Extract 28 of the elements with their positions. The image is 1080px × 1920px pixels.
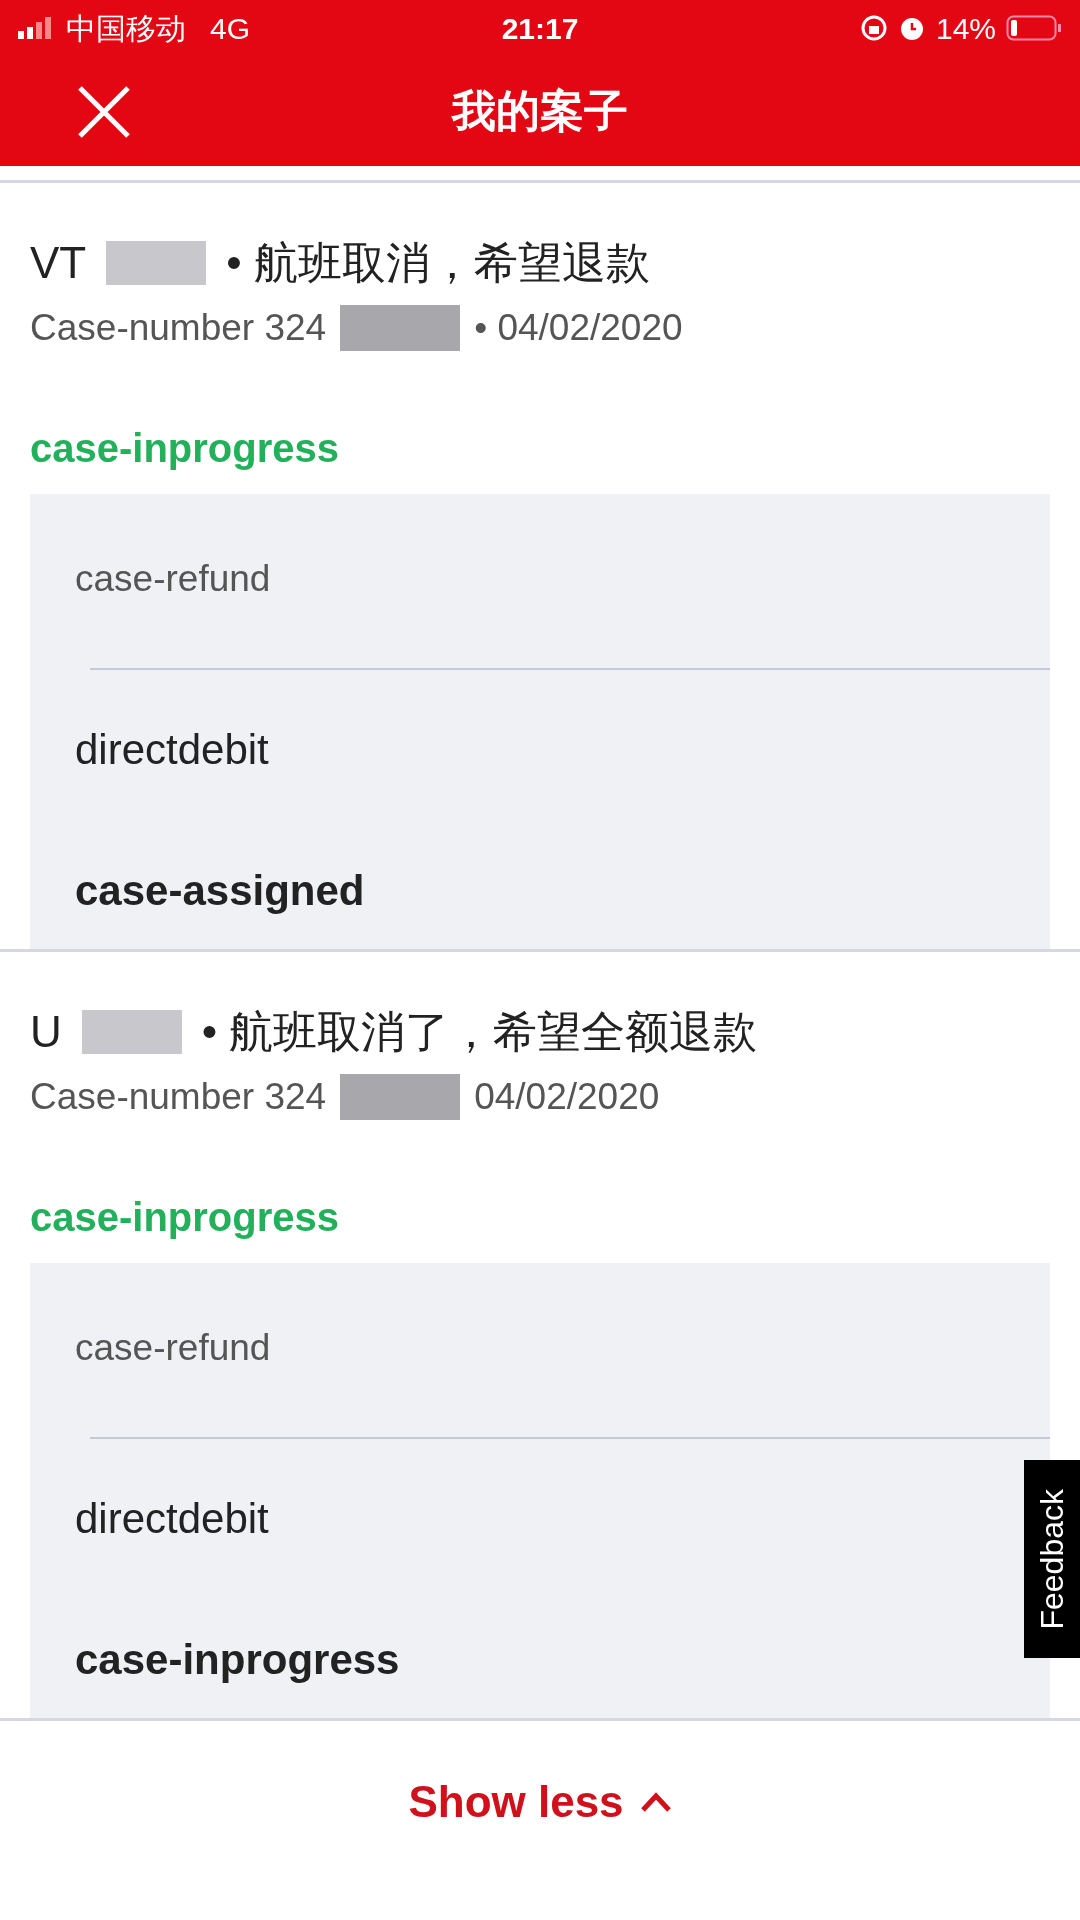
rotation-lock-icon [859, 14, 888, 42]
case-number: Case-number 324 [30, 1075, 327, 1119]
page-title: 我的案子 [452, 85, 628, 137]
case-status: case-inprogress [30, 426, 340, 470]
case-state: case-assigned [75, 867, 365, 914]
feedback-tab[interactable]: Feedback [1024, 1460, 1080, 1658]
payment-method: directdebit [75, 726, 269, 773]
carrier-name: 中国移动 [66, 10, 186, 47]
case-number: Case-number 324 [30, 306, 327, 350]
case-status: case-inprogress [30, 1195, 340, 1239]
case-code: VT [30, 237, 87, 289]
chevron-up-icon [639, 1791, 672, 1813]
signal-icon [18, 16, 54, 40]
show-less-button[interactable]: Show less [408, 1769, 672, 1835]
case-title: • 航班取消了，希望全额退款 [201, 1006, 758, 1058]
battery-icon [1006, 15, 1062, 41]
case-state: case-inprogress [75, 1636, 400, 1683]
payment-method: directdebit [75, 1495, 269, 1542]
network-type: 4G [210, 10, 251, 47]
battery-percent: 14% [935, 10, 996, 47]
case-title: • 航班取消，希望退款 [226, 237, 650, 289]
case-type: case-refund [75, 1327, 271, 1368]
case-date: • 04/02/2020 [474, 306, 683, 350]
close-icon [77, 85, 131, 139]
case-type: case-refund [75, 558, 271, 599]
case-date: 04/02/2020 [474, 1075, 660, 1119]
case-code: U [30, 1006, 62, 1058]
clock-time: 21:17 [501, 10, 579, 47]
